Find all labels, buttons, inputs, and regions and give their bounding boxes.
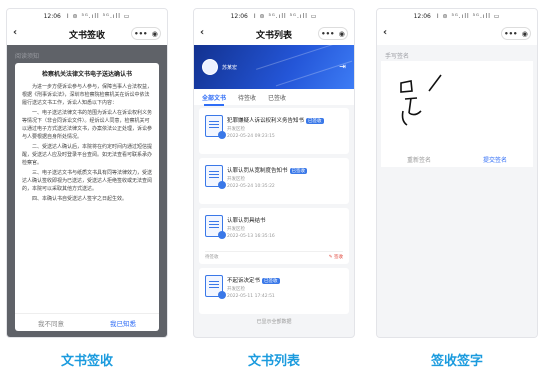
dialog-paragraph: 为进一步方便诉讼参与人参与，保障当事人合法权益，根据《刑事诉讼法》，深圳市检察院… xyxy=(22,84,153,106)
status-time: 12:06 xyxy=(230,12,248,20)
document-icon xyxy=(205,115,226,139)
document-title: 认罪认罚具结书 xyxy=(227,216,266,224)
pen-icon xyxy=(218,131,226,139)
tab-pending[interactable]: 待签收 xyxy=(238,93,256,102)
list-item[interactable]: 犯罪嫌疑人诉讼权利义务告知书 已签收 开发区检 2022-05-24 09:23:… xyxy=(199,108,349,154)
document-icon xyxy=(205,275,226,299)
document-title-text: 认罪认罚从宽制度告知书 xyxy=(227,168,288,174)
document-time: 2022-05-24 10:35:22 xyxy=(227,184,275,189)
signature-page: 手写签名 重新签名 提交签名 xyxy=(377,45,537,337)
close-miniapp-icon[interactable]: ◉ xyxy=(152,30,158,38)
document-sender: 开发区检 xyxy=(227,227,245,232)
nav-bar: ‹ ••• ◉ xyxy=(377,23,537,45)
miniapp-capsule[interactable]: ••• ◉ xyxy=(131,27,161,40)
miniapp-capsule[interactable]: ••• ◉ xyxy=(318,27,348,40)
list-item[interactable]: 认罪认罚具结书 开发区检 2022-05-13 16:35:16 待签收 ✎ 签… xyxy=(199,208,349,264)
more-icon[interactable]: ••• xyxy=(134,30,147,38)
document-title-text: 犯罪嫌疑人诉讼权利义务告知书 xyxy=(227,118,305,124)
document-title: 不起诉决定书 已签收 xyxy=(227,276,280,284)
miniapp-capsule[interactable]: ••• ◉ xyxy=(501,27,531,40)
signal-icons: Ⅰ ⊜ ⁵ᴳ.ıll ⁵ᴳ.ıll ▭ xyxy=(436,12,501,20)
status-badge: 已签收 xyxy=(306,118,324,124)
status-time: 12:06 xyxy=(413,12,431,20)
phone-signature: 12:06 Ⅰ ⊜ ⁵ᴳ.ıll ⁵ᴳ.ıll ▭ ‹ ••• ◉ 手写签名 重… xyxy=(376,8,538,338)
pen-icon xyxy=(218,291,226,299)
list-item[interactable]: 不起诉决定书 已签收 开发区检 2022-05-11 17:42:51 xyxy=(199,268,349,314)
signal-icons: Ⅰ ⊜ ⁵ᴳ.ıll ⁵ᴳ.ıll ▭ xyxy=(253,12,318,20)
back-icon[interactable]: ‹ xyxy=(200,27,204,38)
dialog-title: 检察机关法律文书电子送达确认书 xyxy=(41,71,132,78)
document-footer: 待签收 ✎ 签收 xyxy=(205,251,343,260)
list-item[interactable]: 认罪认罚从宽制度告知书 已签收 开发区检 2022-05-24 10:35:22 xyxy=(199,158,349,204)
document-title-text: 认罪认罚具结书 xyxy=(227,218,266,224)
section-label: 阅读须知 xyxy=(15,53,40,60)
caption-signature: 签收签字 xyxy=(430,354,483,369)
avatar xyxy=(202,59,218,75)
document-icon xyxy=(205,215,226,239)
back-icon[interactable]: ‹ xyxy=(383,27,387,38)
nav-bar: ‹ 文书签收 ••• ◉ xyxy=(7,23,167,45)
status-bar: 12:06 Ⅰ ⊜ ⁵ᴳ.ıll ⁵ᴳ.ıll ▭ xyxy=(7,9,167,23)
status-time: 12:06 xyxy=(43,12,61,20)
signature-canvas[interactable] xyxy=(381,61,533,151)
tab-all[interactable]: 全部文书 xyxy=(202,93,226,106)
tab-bar: 全部文书 待签收 已签收 xyxy=(194,89,354,106)
pen-icon xyxy=(218,231,226,239)
status-bar: 12:06 Ⅰ ⊜ ⁵ᴳ.ıll ⁵ᴳ.ıll ▭ xyxy=(194,9,354,23)
profile-banner: 苏某宏 ⇥ xyxy=(194,45,354,89)
document-icon xyxy=(205,165,226,189)
status-badge: 已签收 xyxy=(289,168,308,174)
document-sender: 开发区检 xyxy=(227,127,245,132)
document-title: 认罪认罚从宽制度告知书 已签收 xyxy=(227,166,308,174)
signature-actions: 重新签名 提交签名 xyxy=(381,151,533,167)
modal-overlay: 阅读须知 检察机关法律文书电子送达确认书 为进一步方便诉讼参与人参与，保障当事人… xyxy=(7,45,167,337)
caption-document-receipt: 文书签收 xyxy=(60,354,113,369)
nav-bar: ‹ 文书列表 ••• ◉ xyxy=(194,23,354,45)
disagree-button[interactable]: 我不同意 xyxy=(15,314,87,331)
status-badge: 已签收 xyxy=(262,278,280,284)
status-bar: 12:06 Ⅰ ⊜ ⁵ᴳ.ıll ⁵ᴳ.ıll ▭ xyxy=(377,9,537,23)
dialog-paragraph: 二、受送达人确认后，本院将在约定时间内通过短信提醒，受送达人应及时登录平台查阅。… xyxy=(22,144,153,166)
more-icon[interactable]: ••• xyxy=(321,30,334,38)
pending-status: 待签收 xyxy=(205,255,219,260)
document-sender: 开发区检 xyxy=(227,177,245,182)
clear-signature-button[interactable]: 重新签名 xyxy=(381,151,457,167)
dialog-actions: 我不同意 我已知悉 xyxy=(15,313,159,331)
document-time: 2022-05-11 17:42:51 xyxy=(227,294,275,299)
submit-signature-button[interactable]: 提交签名 xyxy=(457,151,533,167)
pen-icon xyxy=(218,181,226,189)
dialog-paragraph: 四、本确认书自受送达人签字之日起生效。 xyxy=(32,196,128,202)
close-miniapp-icon[interactable]: ◉ xyxy=(522,30,528,38)
dialog-paragraph: 一、电子送达法律文书的范围为诉讼人在诉讼权利义务等情况下（非合同诉讼文件）。经诉… xyxy=(22,110,153,140)
document-time: 2022-05-13 16:35:16 xyxy=(227,234,275,239)
document-list: 犯罪嫌疑人诉讼权利义务告知书 已签收 开发区检 2022-05-24 09:23:… xyxy=(199,108,349,325)
dialog-paragraph: 三、电子送达文书与纸质文书具有同等法律效力，受送达人确认签收即视为已送达，受送达… xyxy=(22,170,153,192)
handwritten-signature xyxy=(400,74,442,126)
section-label: 手写签名 xyxy=(385,53,410,60)
document-title: 犯罪嫌疑人诉讼权利义务告知书 已签收 xyxy=(227,116,324,124)
sign-button[interactable]: ✎ 签收 xyxy=(329,254,343,260)
banner-decoration xyxy=(256,45,342,70)
more-icon[interactable]: ••• xyxy=(504,30,517,38)
caption-document-list: 文书列表 xyxy=(247,354,300,369)
agree-button[interactable]: 我已知悉 xyxy=(87,314,159,331)
document-time: 2022-05-24 09:23:15 xyxy=(227,134,275,139)
user-name: 苏某宏 xyxy=(222,65,238,71)
back-icon[interactable]: ‹ xyxy=(13,27,17,38)
document-sender: 开发区检 xyxy=(227,287,245,292)
list-end-text: 已显示全部数据 xyxy=(256,319,292,325)
page-title: 文书签收 xyxy=(68,30,105,41)
tab-signed[interactable]: 已签收 xyxy=(268,93,286,102)
page-title: 文书列表 xyxy=(255,30,292,41)
document-title-text: 不起诉决定书 xyxy=(227,278,261,284)
close-miniapp-icon[interactable]: ◉ xyxy=(339,30,345,38)
phone-document-list: 12:06 Ⅰ ⊜ ⁵ᴳ.ıll ⁵ᴳ.ıll ▭ ‹ 文书列表 ••• ◉ 苏… xyxy=(193,8,355,338)
logout-icon[interactable]: ⇥ xyxy=(339,62,346,71)
signal-icons: Ⅰ ⊜ ⁵ᴳ.ıll ⁵ᴳ.ıll ▭ xyxy=(66,12,131,20)
confirmation-dialog: 检察机关法律文书电子送达确认书 为进一步方便诉讼参与人参与，保障当事人合法权益，… xyxy=(15,63,159,331)
phone-document-receipt: 12:06 Ⅰ ⊜ ⁵ᴳ.ıll ⁵ᴳ.ıll ▭ ‹ 文书签收 ••• ◉ 阅… xyxy=(6,8,168,338)
